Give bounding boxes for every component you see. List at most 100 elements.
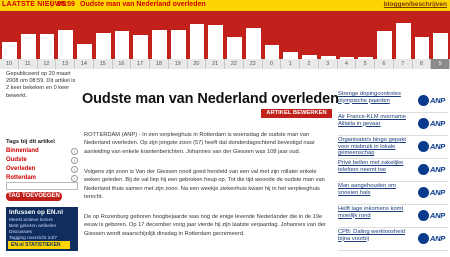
related-news-item[interactable]: Organisators bingo gepakt voor misbruik … xyxy=(338,137,448,159)
info-icon[interactable]: i xyxy=(71,166,78,173)
timeline-bar[interactable] xyxy=(227,37,242,59)
timeline-bar[interactable] xyxy=(114,31,130,59)
article-meta: Gepubliceerd op 20 maart 2008 om 08:59. … xyxy=(6,71,76,99)
timeline-hour-label[interactable]: 0 xyxy=(263,59,282,69)
timeline-bar[interactable] xyxy=(152,30,167,59)
related-news-link[interactable]: Strenge dopingcontroles olympische paard… xyxy=(338,91,414,104)
timeline-hour-label[interactable]: 8 xyxy=(413,59,432,69)
timeline-hour-label[interactable]: 16 xyxy=(113,59,132,69)
timeline-bar[interactable] xyxy=(39,34,55,59)
anp-logo-text: ANP xyxy=(430,234,445,243)
promo-box: Infussen op EN.nl Meest actieve lezers B… xyxy=(6,207,78,251)
promo-link[interactable]: Best gelezen artikelen xyxy=(9,224,56,229)
timeline-bar[interactable] xyxy=(95,33,111,59)
timeline-hour-label[interactable]: 3 xyxy=(319,59,338,69)
timeline-bar[interactable] xyxy=(395,23,411,59)
timeline-bar[interactable] xyxy=(208,25,223,59)
timeline-hour-label[interactable]: 17 xyxy=(131,59,150,69)
tag-label[interactable]: Rotterdam xyxy=(6,175,36,181)
tag-label[interactable]: Overleden xyxy=(6,166,35,172)
latest-news-time: 08:59 xyxy=(57,1,75,8)
timeline-hour-label[interactable]: 22 xyxy=(225,59,244,69)
related-news: Strenge dopingcontroles olympische paard… xyxy=(338,91,448,257)
divider xyxy=(338,181,448,182)
tag-label[interactable]: Oudste xyxy=(6,157,27,163)
related-news-item[interactable]: Strenge dopingcontroles olympische paard… xyxy=(338,91,448,113)
info-icon[interactable]: i xyxy=(71,148,78,155)
timeline-bar[interactable] xyxy=(433,33,448,59)
timeline-bar[interactable] xyxy=(170,30,186,59)
timeline-bar[interactable] xyxy=(189,24,205,59)
timeline-hour-label[interactable]: 13 xyxy=(56,59,75,69)
related-news-link[interactable]: Organisators bingo gepakt voor misbruik … xyxy=(338,137,414,157)
timeline-hour-label[interactable]: 19 xyxy=(169,59,188,69)
timeline-hour-label[interactable]: 23 xyxy=(244,59,263,69)
timeline-hour-label[interactable]: 21 xyxy=(206,59,225,69)
timeline-hour-label[interactable]: 15 xyxy=(94,59,113,69)
timeline-bar[interactable] xyxy=(133,35,148,59)
timeline-bar[interactable] xyxy=(2,42,17,59)
related-news-item[interactable]: Privé bellen met zakelijke telefoon neem… xyxy=(338,160,448,182)
promo-link[interactable]: Meest actieve lezers xyxy=(9,218,53,223)
info-icon[interactable]: i xyxy=(71,175,78,182)
latest-news-link[interactable]: Oudste man van Nederland overleden xyxy=(80,1,206,8)
related-news-item[interactable]: Helft lage inkomens komt moeilijk rond AN… xyxy=(338,206,448,228)
related-news-item[interactable]: CPB: Daling werkloosheid bijna voorbij AN… xyxy=(338,229,448,251)
timeline-hour-label[interactable]: 20 xyxy=(188,59,207,69)
timeline-bar[interactable] xyxy=(20,34,36,59)
timeline-hour-label[interactable]: 10 xyxy=(0,59,19,69)
timeline-hour-label[interactable]: 9 xyxy=(431,59,450,69)
related-news-link[interactable]: CPB: Daling werkloosheid bijna voorbij xyxy=(338,229,414,242)
related-news-item[interactable]: Man aangehouden om snoeien hals ANP xyxy=(338,183,448,205)
anp-logo-text: ANP xyxy=(430,96,445,105)
edit-article-button[interactable]: ARTIKEL BEWERKEN xyxy=(261,109,332,118)
anp-logo-icon: ANP xyxy=(418,117,446,130)
divider xyxy=(338,227,448,228)
anp-logo-icon: ANP xyxy=(418,163,446,176)
divider xyxy=(338,250,448,251)
anp-seal-icon xyxy=(418,210,429,221)
timeline-bar[interactable] xyxy=(377,31,392,59)
timeline-bar[interactable] xyxy=(264,45,280,59)
statistics-button[interactable]: EN.nl STATISTIEKEN xyxy=(8,241,70,249)
timeline-hour-label[interactable]: 4 xyxy=(338,59,357,69)
timeline-hour-label[interactable]: 2 xyxy=(300,59,319,69)
tag-oudste[interactable]: Oudste i xyxy=(6,157,78,165)
timeline-hour-label[interactable]: 5 xyxy=(356,59,375,69)
related-news-link[interactable]: Man aangehouden om snoeien hals xyxy=(338,183,414,196)
timeline-hour-label[interactable]: 1 xyxy=(281,59,300,69)
article-paragraph: ROTTERDAM (ANP) - In een verpleeghuis in… xyxy=(84,132,315,155)
separator: | xyxy=(51,1,53,8)
related-news-link[interactable]: Air France-KLM overname Alitalia in geva… xyxy=(338,114,414,127)
anp-logo-icon: ANP xyxy=(418,94,446,107)
related-news-link[interactable]: Privé bellen met zakelijke telefoon neem… xyxy=(338,160,414,173)
related-news-item[interactable]: Air France-KLM overname Alitalia in geva… xyxy=(338,114,448,136)
timeline-bar[interactable] xyxy=(283,52,298,59)
timeline-hour-label[interactable]: 18 xyxy=(150,59,169,69)
timeline-bar[interactable] xyxy=(58,30,73,59)
article: Oudste man van Nederland overleden ARTIK… xyxy=(82,69,339,257)
timeline-hour-label[interactable]: 7 xyxy=(394,59,413,69)
anp-seal-icon xyxy=(418,233,429,244)
timeline-hour-label[interactable]: 12 xyxy=(38,59,57,69)
promo-link[interactable]: Discussies xyxy=(9,230,32,235)
timeline-bar[interactable] xyxy=(245,28,261,59)
divider xyxy=(338,158,448,159)
tag-label[interactable]: Binnenland xyxy=(6,148,39,154)
anp-logo-icon: ANP xyxy=(418,140,446,153)
timeline-hour-label[interactable]: 14 xyxy=(75,59,94,69)
add-tag-button[interactable]: TAG TOEVOEGEN xyxy=(6,192,62,201)
tag-binnenland[interactable]: Binnenland i xyxy=(6,148,78,156)
bloggers-link[interactable]: bloggen/beschrijven xyxy=(384,1,447,8)
related-news-link[interactable]: Helft lage inkomens komt moeilijk rond xyxy=(338,206,414,219)
anp-seal-icon xyxy=(418,118,429,129)
timeline-hour-label[interactable]: 11 xyxy=(19,59,38,69)
tag-overleden[interactable]: Overleden i xyxy=(6,166,78,174)
timeline-bar[interactable] xyxy=(414,37,430,59)
timeline-hour-label[interactable]: 6 xyxy=(375,59,394,69)
anp-logo-icon: ANP xyxy=(418,186,446,199)
timeline-bar[interactable] xyxy=(77,44,92,59)
promo-title: Infussen op EN.nl xyxy=(9,209,63,216)
tag-input[interactable] xyxy=(6,182,78,190)
info-icon[interactable]: i xyxy=(71,157,78,164)
